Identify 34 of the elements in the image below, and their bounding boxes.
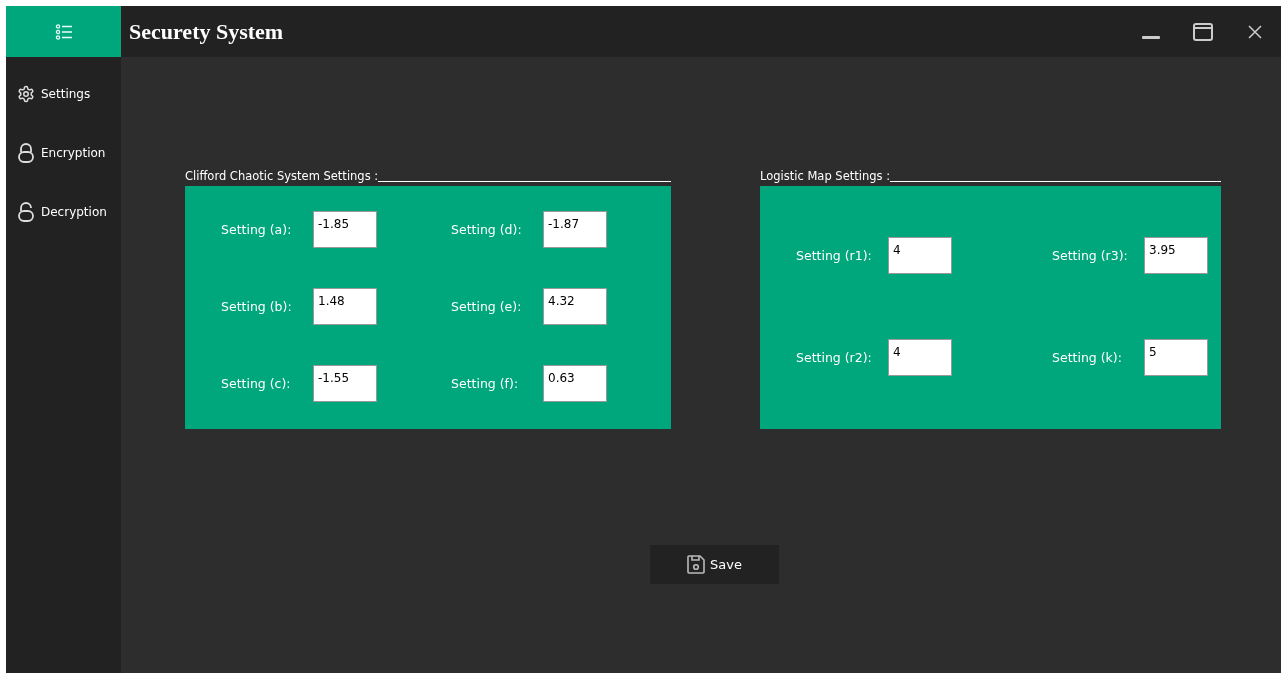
field-label: Setting (c): [221,376,292,391]
field-label: Setting (f): [451,376,520,391]
group-title: Logistic Map Settings : [760,169,891,185]
field-label: Setting (k): [1052,350,1123,365]
sidebar-item[interactable]: Decryption [6,200,121,224]
sidebar-item[interactable]: Settings [6,82,121,106]
input-field[interactable]: 1.48 [313,288,377,325]
unlocked-lock-icon [17,202,35,222]
field-label: Setting (r2): [796,350,873,365]
group-title: Clifford Chaotic System Settings : [185,169,379,185]
close-icon [1248,24,1262,39]
input-field[interactable]: 0.63 [543,365,607,402]
save-button[interactable]: Save [650,545,779,584]
sidebar-item[interactable]: Encryption [6,141,121,165]
input-field[interactable]: -1.55 [313,365,377,402]
input-field[interactable]: -1.85 [313,211,377,248]
minimize-icon [1142,35,1160,39]
input-field[interactable]: 4 [888,339,952,376]
input-field[interactable]: 4.32 [543,288,607,325]
field-label: Setting (r3): [1052,248,1129,263]
field-label: Setting (r1): [796,248,873,263]
input-field[interactable]: -1.87 [543,211,607,248]
input-field[interactable]: 4 [888,237,952,274]
field-label: Setting (a): [221,222,293,237]
field-label: Setting (b): [221,299,293,314]
field-label: Setting (e): [451,299,523,314]
input-field[interactable]: 3.95 [1144,237,1208,274]
list-icon [54,23,73,40]
window-title: Securety System [129,18,285,45]
gear-icon [17,85,35,103]
field-label: Setting (d): [451,222,523,237]
input-field[interactable]: 5 [1144,339,1208,376]
lock-icon [17,143,35,163]
maximize-icon [1193,22,1213,41]
